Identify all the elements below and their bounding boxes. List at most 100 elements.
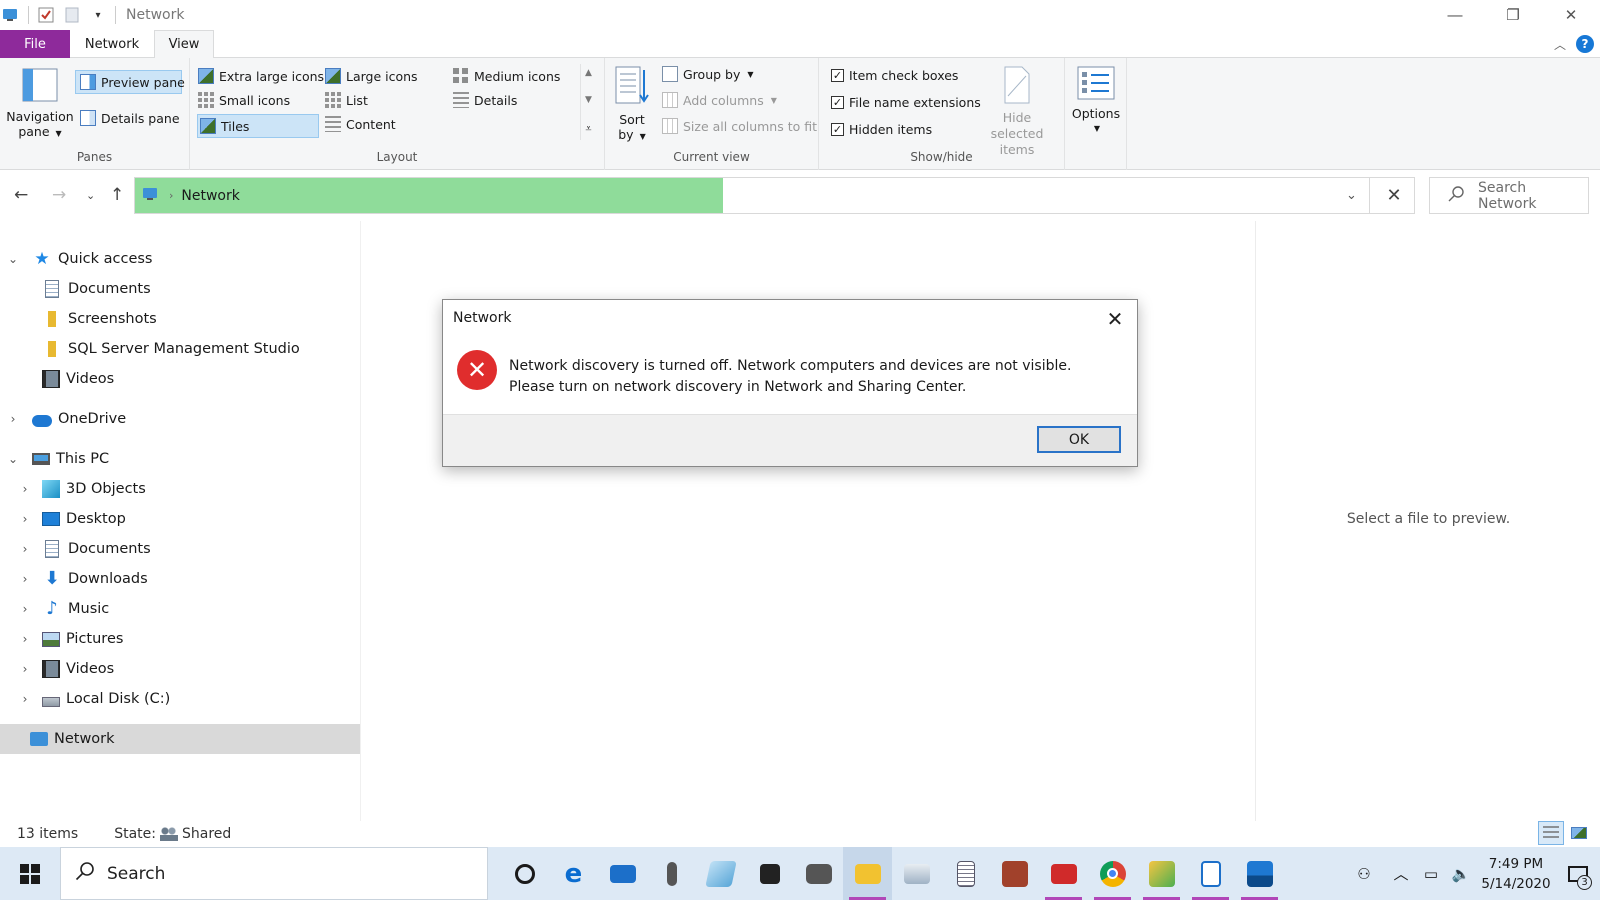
taskbar-photos[interactable] bbox=[1235, 847, 1284, 900]
address-dropdown-icon[interactable]: ⌄ bbox=[1334, 178, 1370, 213]
taskbar-document-app[interactable] bbox=[941, 847, 990, 900]
tab-network[interactable]: Network bbox=[76, 30, 148, 58]
search-input[interactable]: Search Network bbox=[1478, 180, 1588, 212]
scroll-up-icon[interactable]: ▲ bbox=[585, 68, 592, 78]
minimize-button[interactable]: ― bbox=[1426, 0, 1484, 30]
expand-chevron-icon[interactable]: › bbox=[18, 602, 32, 616]
taskbar-voice-recorder[interactable] bbox=[647, 847, 696, 900]
network-status-icon[interactable]: ▭ bbox=[1416, 865, 1446, 883]
expand-chevron-icon[interactable]: › bbox=[18, 542, 32, 556]
taskbar-camera[interactable] bbox=[794, 847, 843, 900]
address-bar[interactable]: › Network ⌄ ✕ bbox=[134, 177, 1415, 214]
new-folder-icon[interactable] bbox=[63, 6, 81, 24]
tree-item-desktop[interactable]: › Desktop bbox=[0, 504, 360, 534]
close-window-button[interactable]: ✕ bbox=[1542, 0, 1600, 30]
taskbar-notepad[interactable] bbox=[1186, 847, 1235, 900]
navigation-pane-button[interactable]: Navigation pane ▼ bbox=[6, 68, 74, 141]
layout-scroller[interactable]: ▲ ▼ ⩡ bbox=[580, 64, 596, 140]
forward-arrow-icon[interactable]: → bbox=[52, 185, 66, 205]
expand-chevron-icon[interactable]: › bbox=[18, 632, 32, 646]
details-pane-button[interactable]: Details pane bbox=[80, 110, 180, 126]
recent-locations-icon[interactable]: ⌄ bbox=[86, 189, 95, 202]
taskbar-search-box[interactable]: Search bbox=[60, 847, 488, 900]
expand-chevron-icon[interactable]: › bbox=[18, 662, 32, 676]
taskbar-app-blue[interactable] bbox=[696, 847, 745, 900]
hidden-items-toggle[interactable]: ✓ Hidden items bbox=[831, 122, 932, 137]
options-button[interactable]: Options ▼ bbox=[1071, 66, 1121, 133]
content-option[interactable]: Content bbox=[325, 116, 396, 132]
tree-item-3d-objects[interactable]: › 3D Objects bbox=[0, 474, 360, 504]
add-columns-button[interactable]: Add columns ▼ bbox=[662, 92, 777, 108]
size-columns-button[interactable]: Size all columns to fit bbox=[662, 118, 817, 134]
taskbar-search-input[interactable]: Search bbox=[107, 864, 165, 884]
taskbar-snip-app[interactable] bbox=[1137, 847, 1186, 900]
people-icon[interactable]: ⚇ bbox=[1342, 865, 1386, 883]
clock[interactable]: 7:49 PM 5/14/2020 bbox=[1476, 854, 1556, 894]
tab-file[interactable]: File bbox=[0, 30, 70, 58]
large-icons-option[interactable]: Large icons bbox=[325, 68, 418, 84]
collapse-chevron-icon[interactable]: ⌄ bbox=[6, 252, 20, 266]
customize-qat-icon[interactable]: ▾ bbox=[89, 6, 107, 24]
expand-layout-icon[interactable]: ⩡ bbox=[585, 122, 591, 136]
tree-item-network[interactable]: Network bbox=[0, 724, 360, 754]
file-name-extensions-toggle[interactable]: ✓ File name extensions bbox=[831, 95, 981, 110]
taskbar-sticky-notes[interactable] bbox=[745, 847, 794, 900]
restore-button[interactable]: ❐ bbox=[1484, 0, 1542, 30]
taskbar-mail[interactable] bbox=[598, 847, 647, 900]
details-option[interactable]: Details bbox=[453, 92, 517, 108]
list-option[interactable]: List bbox=[325, 92, 368, 108]
cancel-loading-icon[interactable]: ✕ bbox=[1374, 178, 1414, 213]
taskbar-box-app[interactable] bbox=[990, 847, 1039, 900]
breadcrumb-chevron-icon[interactable]: › bbox=[169, 189, 173, 202]
tree-item-this-pc[interactable]: ⌄ This PC bbox=[0, 444, 360, 474]
expand-chevron-icon[interactable]: › bbox=[6, 412, 20, 426]
tree-item-qa-ssms[interactable]: SQL Server Management Studio bbox=[0, 334, 360, 364]
tree-item-qa-screenshots[interactable]: Screenshots bbox=[0, 304, 360, 334]
help-icon[interactable]: ? bbox=[1576, 35, 1594, 53]
expand-chevron-icon[interactable]: › bbox=[18, 692, 32, 706]
tree-item-pictures[interactable]: › Pictures bbox=[0, 624, 360, 654]
tree-item-qa-documents[interactable]: Documents bbox=[0, 274, 360, 304]
collapse-ribbon-icon[interactable]: ︿ bbox=[1554, 36, 1566, 53]
checkbox-checked-icon[interactable]: ✓ bbox=[831, 96, 844, 109]
hide-selected-items-button[interactable]: Hide selected items bbox=[975, 66, 1059, 158]
tree-item-documents[interactable]: › Documents bbox=[0, 534, 360, 564]
volume-icon[interactable]: 🔈 bbox=[1446, 865, 1476, 883]
tab-view[interactable]: View bbox=[154, 30, 214, 59]
scroll-down-icon[interactable]: ▼ bbox=[585, 95, 592, 105]
tree-item-videos[interactable]: › Videos bbox=[0, 654, 360, 684]
collapse-chevron-icon[interactable]: ⌄ bbox=[6, 452, 20, 466]
tree-item-local-disk[interactable]: › Local Disk (C:) bbox=[0, 684, 360, 714]
tree-item-onedrive[interactable]: › OneDrive bbox=[0, 404, 360, 434]
tree-item-quick-access[interactable]: ⌄ ★ Quick access bbox=[0, 244, 360, 274]
taskbar-chrome[interactable] bbox=[1088, 847, 1137, 900]
tree-item-music[interactable]: › ♪ Music bbox=[0, 594, 360, 624]
expand-chevron-icon[interactable]: › bbox=[18, 572, 32, 586]
medium-icons-option[interactable]: Medium icons bbox=[453, 68, 560, 84]
properties-icon[interactable] bbox=[37, 6, 55, 24]
show-hidden-icons-chevron-icon[interactable]: ︿ bbox=[1386, 863, 1416, 884]
ok-button[interactable]: OK bbox=[1037, 426, 1121, 453]
back-arrow-icon[interactable]: ← bbox=[14, 185, 28, 205]
checkbox-checked-icon[interactable]: ✓ bbox=[831, 123, 844, 136]
tree-item-qa-videos[interactable]: Videos bbox=[0, 364, 360, 394]
checkbox-checked-icon[interactable]: ✓ bbox=[831, 69, 844, 82]
small-icons-option[interactable]: Small icons bbox=[198, 92, 290, 108]
large-icons-view-toggle[interactable] bbox=[1566, 821, 1592, 845]
search-box[interactable]: Search Network bbox=[1429, 177, 1589, 214]
item-check-boxes-toggle[interactable]: ✓ Item check boxes bbox=[831, 68, 958, 83]
tiles-option[interactable]: Tiles bbox=[197, 114, 319, 138]
action-center-button[interactable]: 3 bbox=[1556, 847, 1600, 900]
expand-chevron-icon[interactable]: › bbox=[18, 512, 32, 526]
taskbar-toolbox-app[interactable] bbox=[1039, 847, 1088, 900]
extra-large-icons-option[interactable]: Extra large icons bbox=[198, 68, 324, 84]
sort-by-button[interactable]: Sort by ▼ bbox=[615, 66, 649, 144]
group-by-button[interactable]: Group by ▼ bbox=[662, 66, 754, 82]
taskbar-file-explorer[interactable] bbox=[843, 847, 892, 900]
dialog-close-icon[interactable]: ✕ bbox=[1101, 306, 1129, 332]
breadcrumb-network[interactable]: Network bbox=[181, 188, 239, 204]
details-view-toggle[interactable] bbox=[1538, 821, 1564, 845]
preview-pane-button[interactable]: Preview pane bbox=[75, 70, 185, 94]
cortana-button[interactable] bbox=[500, 847, 549, 900]
expand-chevron-icon[interactable]: › bbox=[18, 482, 32, 496]
